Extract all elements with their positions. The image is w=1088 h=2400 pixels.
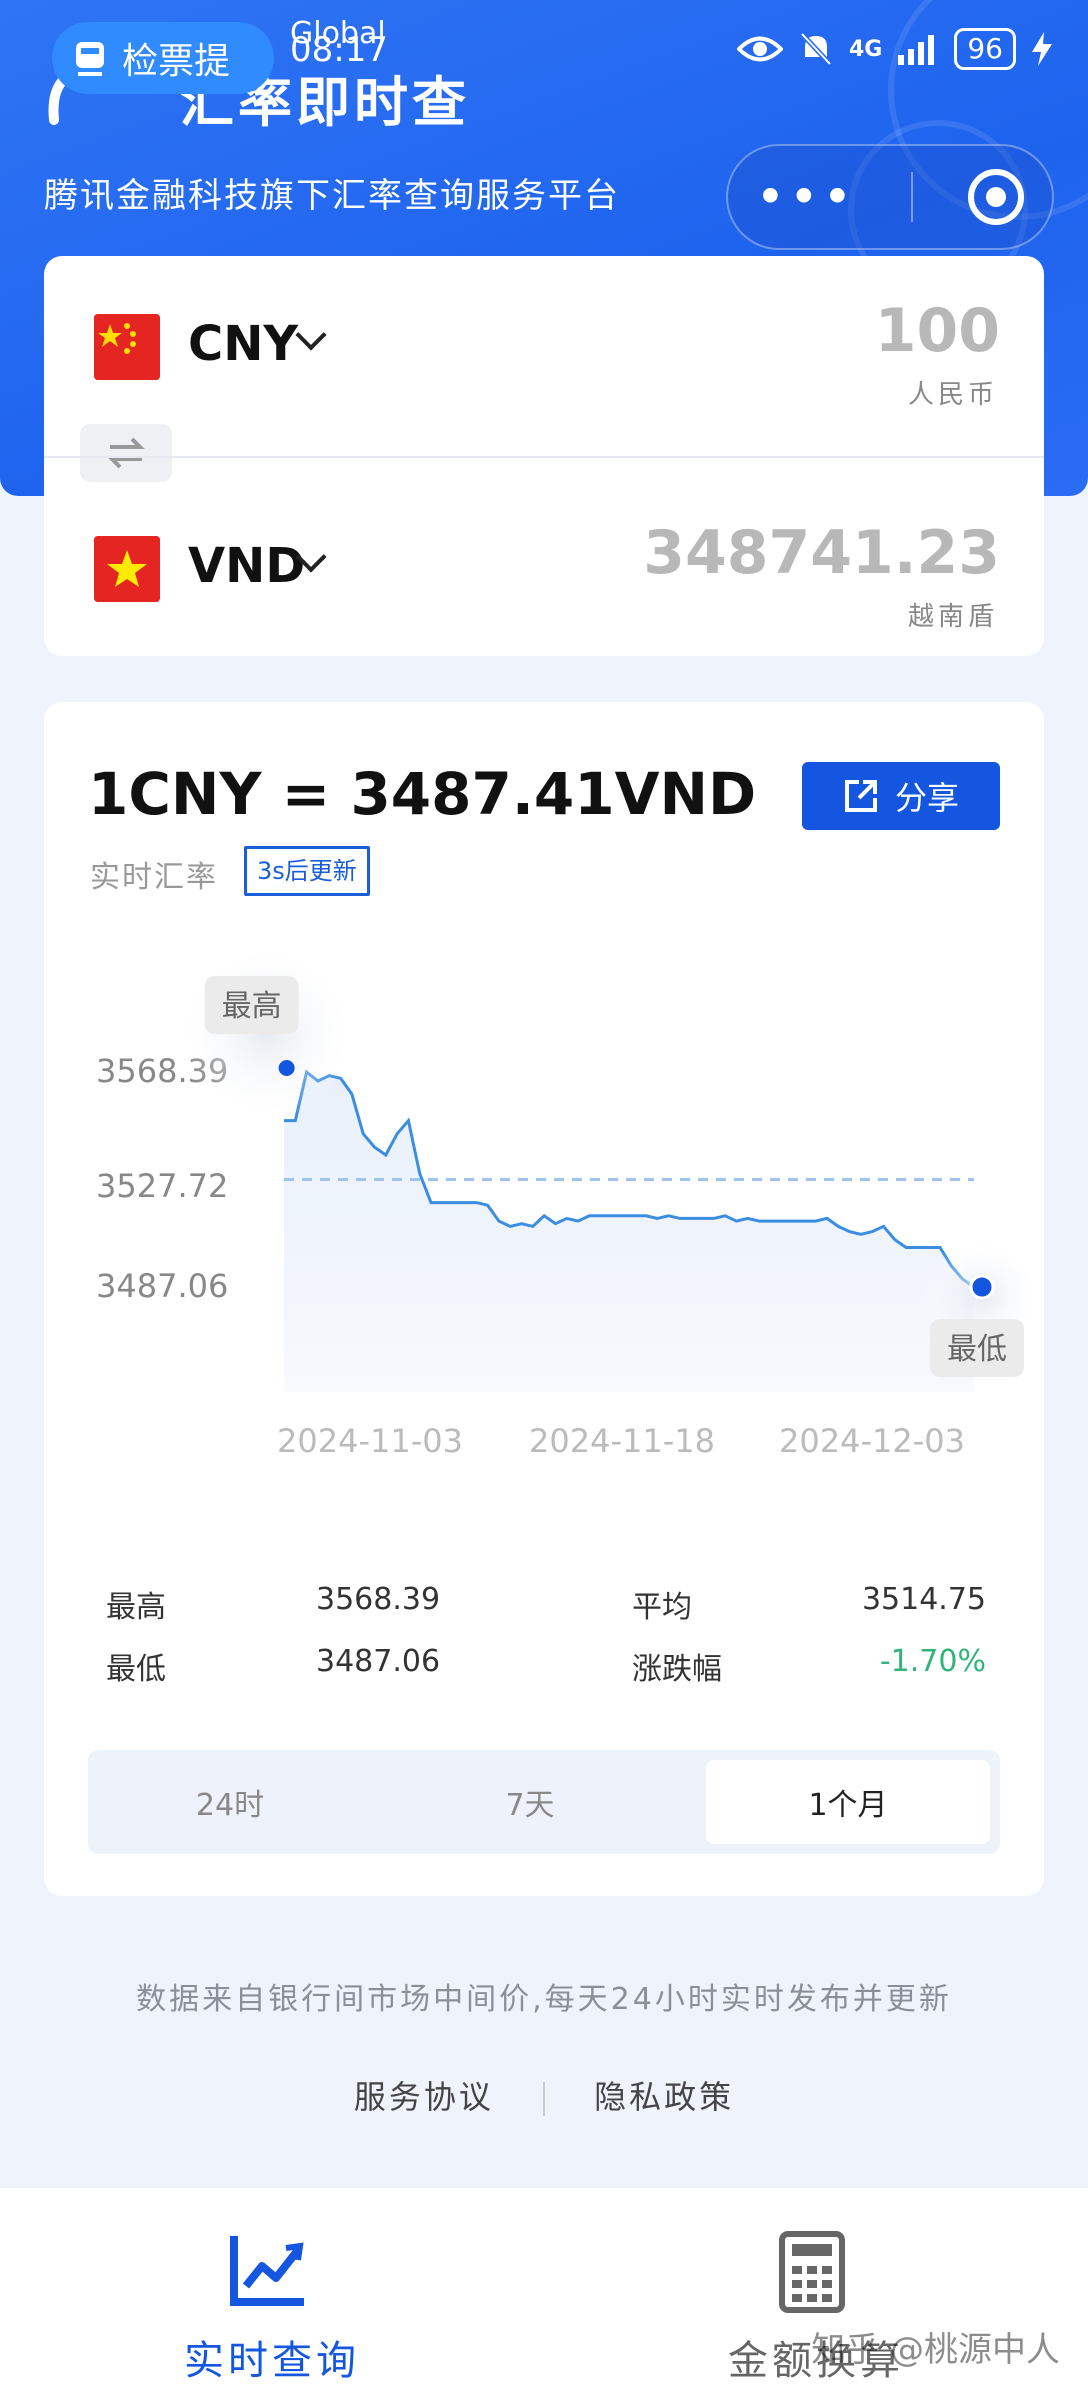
from-currency-name: 人民币 bbox=[907, 380, 998, 410]
low-tag-label: 最低 bbox=[947, 1332, 1007, 1367]
tab-24h[interactable]: 24时 bbox=[88, 1760, 372, 1844]
y-tick-label: 3487.06 bbox=[96, 1267, 228, 1305]
stats-row: 最高 3568.39 平均 3514.75 bbox=[106, 1582, 986, 1644]
signal-icon bbox=[898, 35, 935, 65]
rate-card: 1CNY = 3487.41VND 分享 实时汇率 3s后更新 3568.39 3… bbox=[44, 702, 1044, 1896]
to-currency-row: VND 348741.23 越南盾 bbox=[44, 456, 1044, 656]
capsule-divider bbox=[911, 172, 914, 222]
line-chart-icon bbox=[230, 2236, 304, 2306]
train-icon bbox=[76, 42, 104, 76]
low-value: 3487.06 bbox=[316, 1644, 441, 1679]
to-currency-code[interactable]: VND bbox=[188, 538, 305, 594]
privacy-link[interactable]: 隐私政策 bbox=[594, 2078, 734, 2116]
mute-bell-icon bbox=[800, 32, 832, 66]
mini-program-capsule: ••• bbox=[726, 144, 1054, 250]
share-button-label: 分享 bbox=[894, 779, 959, 817]
footer-links: 服务协议 隐私政策 bbox=[0, 2072, 1088, 2118]
average-value: 3514.75 bbox=[861, 1582, 986, 1617]
high-tag-label: 最高 bbox=[222, 989, 282, 1024]
realtime-rate-label: 实时汇率 bbox=[90, 860, 218, 895]
to-amount-value[interactable]: 348741.23 bbox=[643, 518, 1000, 588]
terms-link[interactable]: 服务协议 bbox=[354, 2078, 494, 2116]
stats-table: 最高 3568.39 平均 3514.75 最低 3487.06 涨跌幅 -1.… bbox=[106, 1582, 986, 1706]
from-currency-row: CNY 100 人民币 bbox=[44, 256, 1044, 456]
china-flag-icon bbox=[94, 314, 160, 380]
share-button[interactable]: 分享 bbox=[802, 762, 1000, 830]
from-amount-input[interactable]: 100 bbox=[875, 296, 1000, 366]
refresh-countdown-badge: 3s后更新 bbox=[244, 846, 370, 896]
low-point-marker bbox=[969, 1274, 995, 1300]
vietnam-flag-icon bbox=[94, 536, 160, 602]
charging-icon bbox=[1032, 32, 1052, 66]
x-tick-label: 2024-12-03 bbox=[779, 1422, 965, 1460]
tab-1month[interactable]: 1个月 bbox=[706, 1760, 990, 1844]
to-currency-name: 越南盾 bbox=[907, 602, 998, 632]
more-options-button[interactable]: ••• bbox=[756, 172, 856, 222]
high-label: 最高 bbox=[106, 1590, 166, 1625]
stats-row: 最低 3487.06 涨跌幅 -1.70% bbox=[106, 1644, 986, 1706]
from-currency-code[interactable]: CNY bbox=[188, 316, 298, 372]
mini-program-tag-label: 检票提 bbox=[122, 41, 231, 82]
app-subtitle: 腾讯金融科技旗下汇率查询服务平台 bbox=[44, 176, 620, 216]
tab-7d[interactable]: 7天 bbox=[388, 1760, 672, 1844]
close-mini-program-button[interactable] bbox=[968, 169, 1025, 225]
from-currency-chevron-down-icon[interactable] bbox=[295, 319, 327, 351]
change-label: 涨跌幅 bbox=[632, 1652, 722, 1687]
low-label: 最低 bbox=[106, 1652, 166, 1687]
data-source-note: 数据来自银行间市场中间价,每天24小时实时发布并更新 bbox=[136, 1982, 952, 2017]
x-tick-label: 2024-11-03 bbox=[277, 1422, 463, 1460]
calculator-icon bbox=[779, 2231, 845, 2313]
time-range-tabs: 24时 7天 1个月 bbox=[88, 1750, 1000, 1854]
high-point-marker bbox=[278, 1060, 295, 1076]
watermark: 知乎 @桃源中人 bbox=[811, 2330, 1060, 2370]
change-value: -1.70% bbox=[879, 1644, 986, 1679]
clock: 08:17 bbox=[290, 30, 388, 70]
footer-divider bbox=[543, 2082, 545, 2116]
converter-card: CNY 100 人民币 VND 348741.23 越南盾 bbox=[44, 256, 1044, 656]
exchange-rate-headline: 1CNY = 3487.41VND bbox=[88, 760, 757, 828]
network-label: 4G bbox=[848, 36, 883, 62]
high-value: 3568.39 bbox=[316, 1582, 441, 1617]
average-label: 平均 bbox=[632, 1590, 692, 1625]
share-icon bbox=[844, 780, 877, 812]
eye-icon bbox=[736, 36, 783, 62]
x-tick-label: 2024-11-18 bbox=[529, 1422, 715, 1460]
nav-label-realtime: 实时查询 bbox=[184, 2338, 360, 2384]
mini-program-tag[interactable]: 检票提 bbox=[52, 22, 274, 94]
y-tick-label: 3527.72 bbox=[96, 1167, 228, 1205]
nav-item-realtime[interactable]: 实时查询 bbox=[0, 2188, 544, 2400]
battery-level: 96 bbox=[954, 28, 1016, 70]
rate-history-chart[interactable]: 3568.393527.723487.06 2024-11-03 2024-11-… bbox=[44, 942, 1044, 1542]
